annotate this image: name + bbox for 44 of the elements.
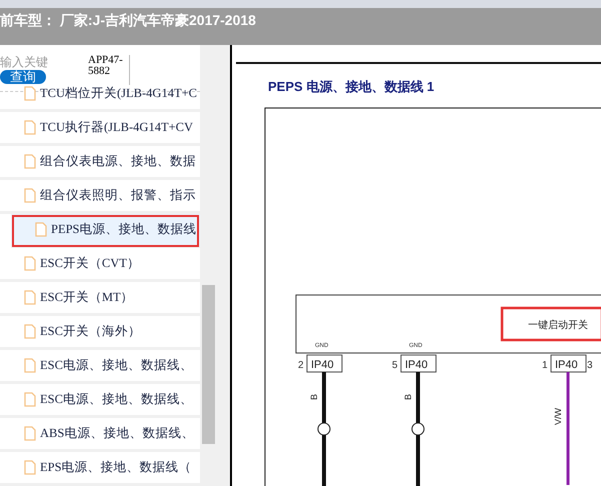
document-icon — [24, 188, 36, 203]
pin-number: 2 — [298, 360, 304, 371]
document-icon — [24, 154, 36, 169]
document-icon — [35, 222, 47, 237]
wire-label: B — [309, 394, 319, 400]
splice-point — [412, 422, 424, 436]
document-icon — [24, 256, 36, 271]
pin-number: 1 — [542, 360, 548, 371]
document-icon — [24, 426, 36, 441]
document-icon — [24, 460, 36, 475]
item-label: ESC开关（海外） — [40, 323, 141, 340]
connector-tag: IP40 — [400, 354, 436, 372]
connector-tag: IP40 — [306, 354, 342, 372]
diagram-heading: PEPS 电源、接地、数据线 1 — [268, 79, 434, 94]
document-icon — [24, 324, 36, 339]
document-icon — [24, 290, 36, 305]
code-label: APP47-5882 — [88, 55, 130, 85]
list-item[interactable]: PEPS电源、接地、数据线 — [11, 214, 200, 248]
item-label: TCU档位开关(JLB-4G14T+C — [40, 85, 197, 102]
splice-point — [318, 422, 330, 436]
connector-tag: IP40 — [550, 354, 586, 372]
component-label: 一键启动开关 — [528, 320, 588, 331]
item-label: ESC电源、接地、数据线、 — [40, 357, 193, 374]
document-icon — [24, 86, 36, 101]
item-label: PEPS电源、接地、数据线 — [51, 221, 196, 238]
scrollbar[interactable] — [200, 45, 218, 486]
document-icon — [24, 392, 36, 407]
item-label: 组合仪表电源、接地、数据 — [40, 153, 196, 170]
item-label: 组合仪表照明、报警、指示 — [40, 187, 196, 204]
scroll-thumb[interactable] — [202, 285, 215, 444]
window-title: 前车型： 厂家:J-吉利汽车帝豪2017-2018 — [0, 11, 256, 30]
document-icon — [24, 358, 36, 373]
item-label: ABS电源、接地、数据线、 — [40, 425, 194, 442]
wire-label: V/W — [553, 408, 563, 425]
search-button[interactable]: 查询 — [0, 70, 46, 84]
wire-label: B — [403, 394, 413, 400]
item-label: TCU执行器(JLB-4G14T+CV — [40, 119, 193, 136]
item-label: ESC开关（CVT） — [40, 255, 140, 272]
item-label: ESC开关（MT） — [40, 289, 134, 306]
pin-number: 3 — [587, 360, 593, 371]
item-label: EPS电源、接地、数据线（ — [40, 459, 192, 476]
pin-number: 5 — [392, 360, 398, 371]
item-label: ESC电源、接地、数据线、 — [40, 391, 193, 408]
document-icon — [24, 120, 36, 135]
